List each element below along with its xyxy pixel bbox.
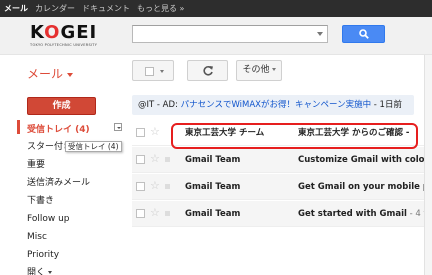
chevron-down-icon <box>160 70 164 73</box>
sidebar-item-sent[interactable]: 送信済みメール <box>27 175 90 188</box>
header: KOGEI TOKYO POLYTECHNIC UNIVERSITY <box>0 17 432 55</box>
logo[interactable]: KOGEI TOKYO POLYTECHNIC UNIVERSITY <box>30 24 98 48</box>
scrollbar[interactable] <box>424 55 432 275</box>
email-sender: Gmail Team <box>185 155 241 165</box>
refresh-icon <box>203 66 213 76</box>
top-nav-bar: メール カレンダー ドキュメント もっと見る » <box>0 0 432 17</box>
email-sender: Gmail Team <box>185 209 241 219</box>
chevron-down-icon <box>271 68 276 71</box>
email-subject: Customize Gmail with colors <box>298 155 432 165</box>
search-icon <box>359 29 369 39</box>
mail-app-switcher[interactable]: メール <box>27 65 74 82</box>
topnav-documents[interactable]: ドキュメント <box>82 3 130 14</box>
importance-marker-icon[interactable] <box>165 211 170 216</box>
email-row[interactable]: ☆ Gmail Team Get started with Gmail - 4 … <box>132 201 432 227</box>
chevron-down-icon <box>67 72 74 77</box>
sidebar-item-follow-up[interactable]: Follow up <box>27 214 70 224</box>
star-icon[interactable]: ☆ <box>150 152 160 165</box>
more-actions-button[interactable]: その他 <box>236 60 282 81</box>
search-button[interactable] <box>342 25 385 43</box>
email-subject: Get started with Gmail - 4 th <box>298 209 432 219</box>
star-icon[interactable]: ☆ <box>150 206 160 219</box>
refresh-button[interactable] <box>187 60 228 81</box>
highlight-annotation-box <box>171 123 418 149</box>
star-icon[interactable]: ☆ <box>150 179 160 192</box>
ad-prefix: @IT - AD: <box>138 100 181 110</box>
sidebar-item-drafts[interactable]: 下書き <box>27 193 54 206</box>
email-sender: Gmail Team <box>185 182 241 192</box>
row-checkbox[interactable] <box>136 155 145 164</box>
topnav-mail[interactable]: メール <box>4 3 28 14</box>
sidebar-item-more[interactable]: 開く <box>27 265 53 275</box>
email-row[interactable]: ☆ Gmail Team Customize Gmail with colors <box>132 147 432 173</box>
inbox-tooltip: 受信トレイ (4) <box>65 141 122 152</box>
row-checkbox[interactable] <box>136 209 145 218</box>
logo-subtitle: TOKYO POLYTECHNIC UNIVERSITY <box>30 43 98 47</box>
topnav-more[interactable]: もっと見る » <box>137 3 184 14</box>
row-checkbox[interactable] <box>136 128 145 137</box>
sidebar-item-inbox[interactable]: 受信トレイ (4) <box>27 122 90 135</box>
select-dropdown-button[interactable] <box>132 60 174 81</box>
sidebar-item-priority[interactable]: Priority <box>27 250 59 260</box>
star-icon[interactable]: ☆ <box>150 125 160 138</box>
ad-link[interactable]: パナセンスでWiMAXがお得！キャンペーン実施中 <box>181 100 371 110</box>
row-checkbox[interactable] <box>136 182 145 191</box>
topnav-calendar[interactable]: カレンダー <box>35 3 75 14</box>
sidebar-item-important[interactable]: 重要 <box>27 157 45 170</box>
importance-marker-icon[interactable] <box>165 157 170 162</box>
search-options-caret-icon[interactable] <box>317 32 323 36</box>
ad-time: - 1日前 <box>371 100 402 110</box>
inbox-options-dropdown[interactable] <box>114 123 122 131</box>
email-subject: Get Gmail on your mobile pl <box>298 182 432 192</box>
importance-marker-icon[interactable] <box>165 184 170 189</box>
compose-button[interactable]: 作成 <box>27 97 96 115</box>
sidebar-item-misc[interactable]: Misc <box>27 232 47 242</box>
chevron-down-icon <box>48 271 53 274</box>
search-input[interactable] <box>132 25 328 43</box>
ad-banner[interactable]: @IT - AD: パナセンスでWiMAXがお得！キャンペーン実施中 - 1日前 <box>132 95 414 115</box>
email-row[interactable]: ☆ Gmail Team Get Gmail on your mobile pl <box>132 174 432 200</box>
select-checkbox[interactable] <box>145 67 154 76</box>
inbox-active-indicator <box>17 120 20 134</box>
